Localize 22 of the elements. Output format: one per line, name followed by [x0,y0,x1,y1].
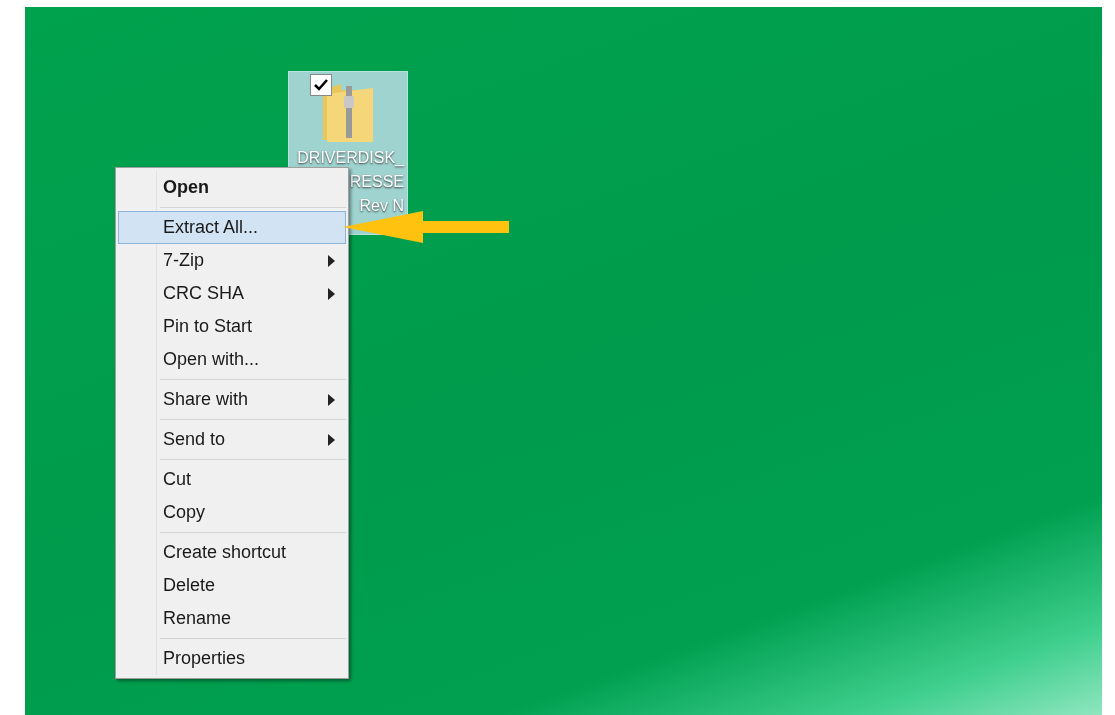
submenu-arrow-icon [328,433,335,446]
icon-label: Rev N [359,196,404,216]
menu-item[interactable]: Create shortcut [118,536,346,569]
menu-item[interactable]: Properties [118,642,346,675]
menu-item[interactable]: Rename [118,602,346,635]
checkbox[interactable] [310,74,332,96]
icon-label: DRIVERDISK_ [297,148,404,168]
menu-item[interactable]: 7-Zip [118,244,346,277]
menu-item[interactable]: Extract All... [118,211,346,244]
checkmark-icon [314,79,328,91]
icon-label: RESSE [349,172,404,192]
menu-item[interactable]: CRC SHA [118,277,346,310]
menu-item[interactable]: Cut [118,463,346,496]
submenu-arrow-icon [328,254,335,267]
submenu-arrow-icon [328,393,335,406]
menu-item[interactable]: Share with [118,383,346,416]
menu-item[interactable]: Copy [118,496,346,529]
menu-item[interactable]: Pin to Start [118,310,346,343]
menu-item[interactable]: Delete [118,569,346,602]
menu-item[interactable]: Send to [118,423,346,456]
menu-item[interactable]: Open with... [118,343,346,376]
submenu-arrow-icon [328,287,335,300]
